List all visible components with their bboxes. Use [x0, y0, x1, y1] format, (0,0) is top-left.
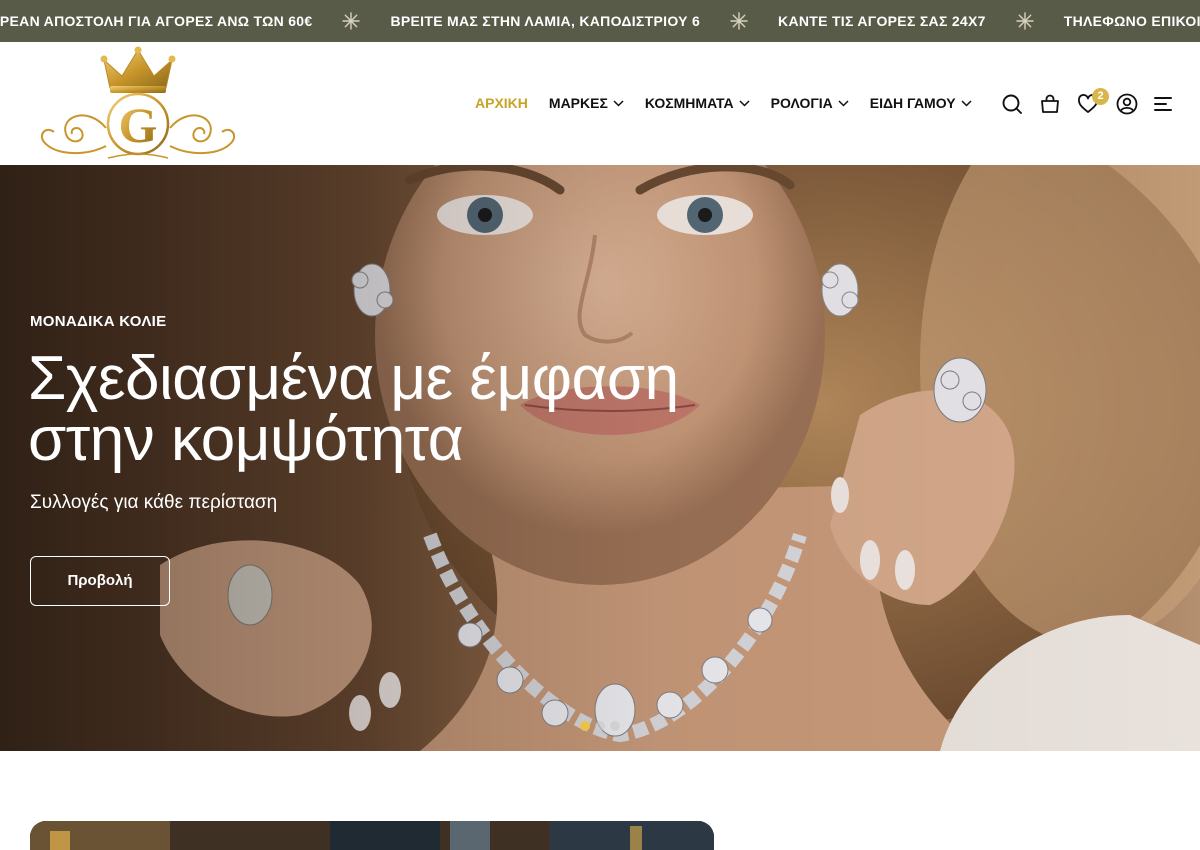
brand-logo[interactable]: G	[38, 46, 238, 161]
nav-item-home[interactable]: ΑΡΧΙΚΗ	[475, 95, 528, 111]
chevron-down-icon	[961, 99, 972, 107]
shopping-bag-icon[interactable]	[1038, 92, 1062, 116]
slider-dot[interactable]	[595, 721, 605, 731]
site-header: G ΑΡΧΙΚΗ ΜΑΡΚΕΣ ΚΟΣΜΗΜΑΤΑ ΡΟΛΟΓΙΑ ΕΙΔΗ Γ…	[0, 42, 1200, 165]
chevron-down-icon	[739, 99, 750, 107]
slider-pagination	[580, 721, 625, 731]
hero-subtitle: Συλλογές για κάθε περίσταση	[30, 492, 278, 513]
hero-title-line: στην κομψότητα	[28, 405, 464, 474]
hero-title: Σχεδιασμένα με έμφαση στην κομψότητα	[28, 344, 728, 474]
slider-dot[interactable]	[610, 721, 620, 731]
nav-item-brands[interactable]: ΜΑΡΚΕΣ	[549, 95, 624, 111]
hero-slider: ΜΟΝΑΔΙΚΑ ΚΟΛΙΕ Σχεδιασμένα με έμφαση στη…	[0, 165, 1200, 751]
nav-item-watches[interactable]: ΡΟΛΟΓΙΑ	[771, 95, 849, 111]
nav-item-label: ΚΟΣΜΗΜΑΤΑ	[644, 95, 734, 111]
user-icon[interactable]	[1115, 92, 1139, 116]
header-icons	[1000, 92, 1180, 116]
hero-title-line: Σχεδιασμένα με έμφαση	[28, 344, 679, 413]
announcement-bar: ΔΩΡΕΑΝ ΑΠΟΣΤΟΛΗ ΓΙΑ ΑΓΟΡΕΣ ΑΝΩ ΤΩΝ 60€ Β…	[0, 0, 1200, 42]
sparkle-icon	[700, 0, 778, 42]
chevron-down-icon	[838, 99, 849, 107]
view-button[interactable]: Προβολή	[30, 556, 170, 606]
sparkle-icon	[312, 0, 390, 42]
announcement-text: ΤΗΛΕΦΩΝΟ ΕΠΙΚΟΙΝΩΝΙΑΣ +30	[1063, 13, 1200, 29]
wishlist-count-badge: 2	[1092, 88, 1109, 105]
nav-item-jewelry[interactable]: ΚΟΣΜΗΜΑΤΑ	[645, 95, 750, 111]
promo-banner-image[interactable]	[30, 821, 714, 850]
slider-dot[interactable]	[580, 721, 590, 731]
sparkle-icon	[986, 0, 1064, 42]
main-nav: ΑΡΧΙΚΗ ΜΑΡΚΕΣ ΚΟΣΜΗΜΑΤΑ ΡΟΛΟΓΙΑ ΕΙΔΗ ΓΑΜ…	[475, 93, 993, 113]
announcement-text: ΚΑΝΤΕ ΤΙΣ ΑΓΟΡΕΣ ΣΑΣ 24Χ7	[778, 13, 986, 29]
hero-eyebrow: ΜΟΝΑΔΙΚΑ ΚΟΛΙΕ	[30, 313, 167, 330]
announcement-text: ΔΩΡΕΑΝ ΑΠΟΣΤΟΛΗ ΓΙΑ ΑΓΟΡΕΣ ΑΝΩ ΤΩΝ 60€	[0, 13, 313, 29]
nav-item-label: ΡΟΛΟΓΙΑ	[770, 95, 833, 111]
search-icon[interactable]	[1000, 92, 1024, 116]
nav-item-wedding[interactable]: ΕΙΔΗ ΓΑΜΟΥ	[870, 95, 972, 111]
announcement-track: ΔΩΡΕΑΝ ΑΠΟΣΤΟΛΗ ΓΙΑ ΑΓΟΡΕΣ ΑΝΩ ΤΩΝ 60€ Β…	[0, 0, 1200, 42]
nav-item-label: ΜΑΡΚΕΣ	[548, 95, 608, 111]
nav-item-label: ΑΡΧΙΚΗ	[475, 95, 528, 111]
nav-item-label: ΕΙΔΗ ΓΑΜΟΥ	[869, 95, 956, 111]
chevron-down-icon	[613, 99, 624, 107]
logo-letter: G	[119, 97, 158, 153]
announcement-text: ΒΡΕΙΤΕ ΜΑΣ ΣΤΗΝ ΛΑΜΙΑ, ΚΑΠΟΔΙΣΤΡΙΟΥ 6	[390, 13, 701, 29]
menu-icon[interactable]	[1151, 92, 1175, 116]
